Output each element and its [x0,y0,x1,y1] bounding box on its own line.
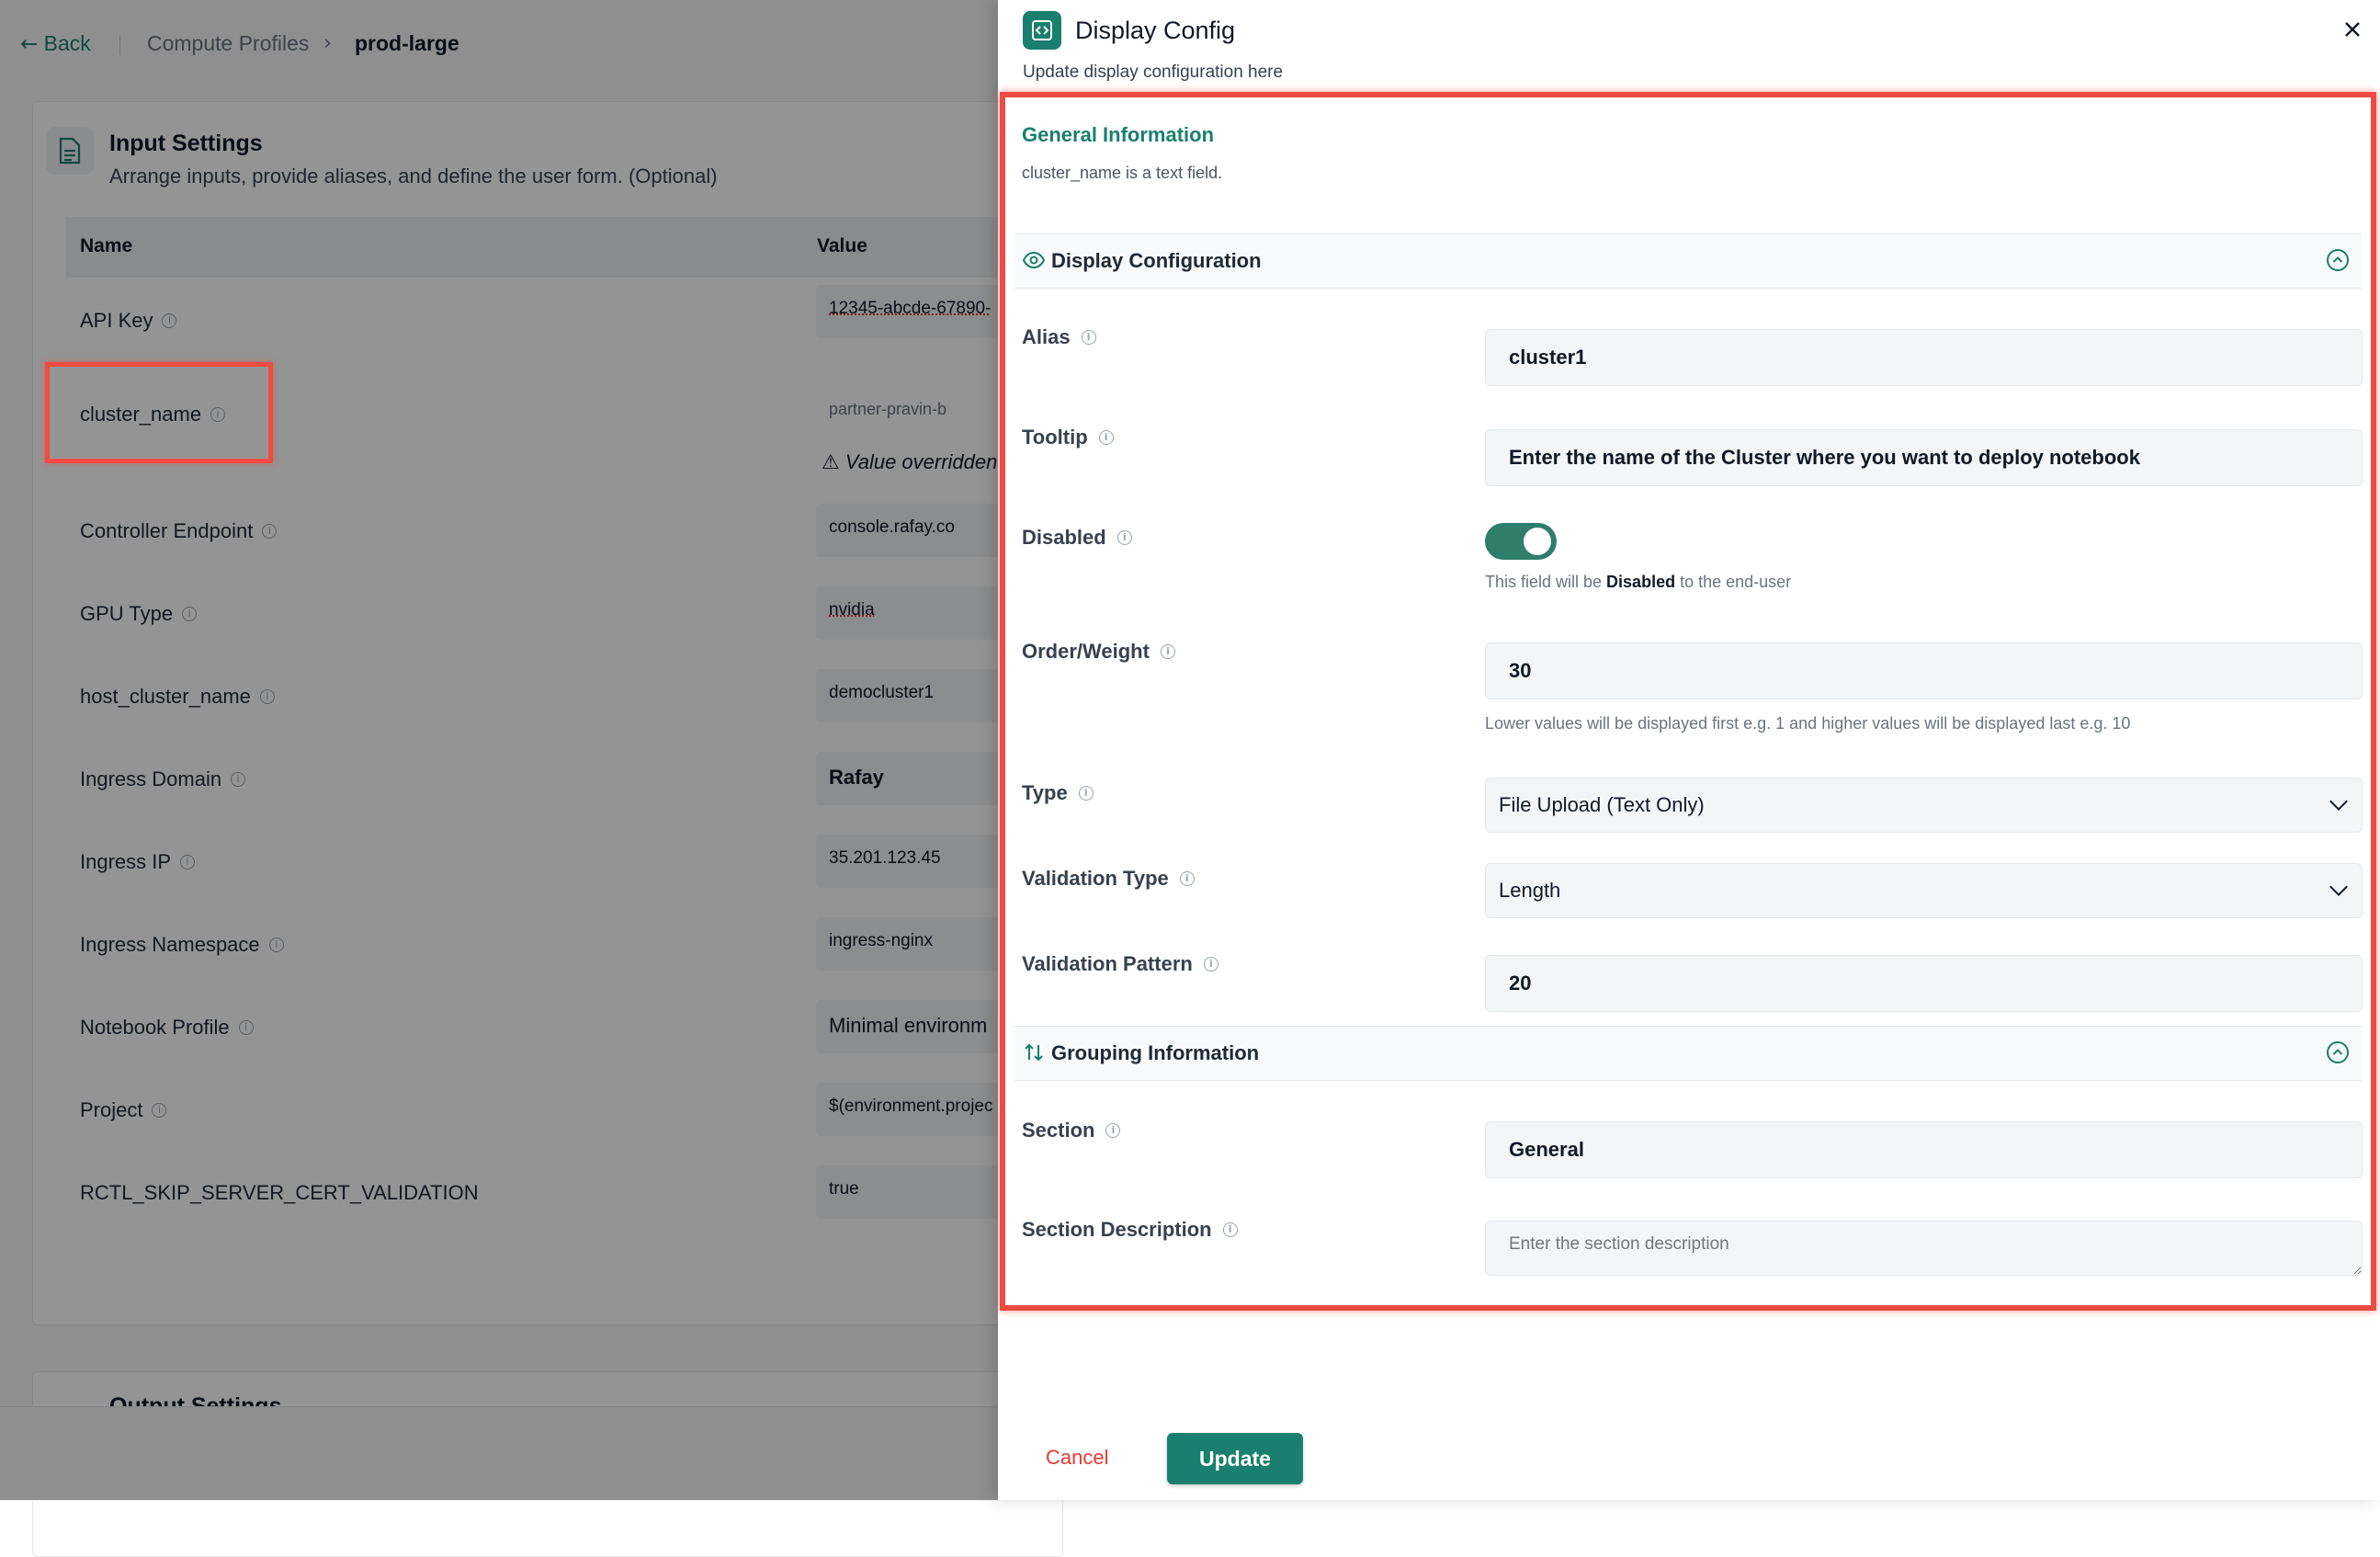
code-icon [1023,11,1061,50]
highlight-box-display-config [1000,92,2376,1311]
drawer-title: Display Config [1075,17,1236,44]
highlight-box-cluster-name [45,362,273,463]
update-button-label: Update [1199,1446,1271,1471]
cancel-button[interactable]: Cancel [1046,1446,1108,1470]
drawer-subtitle: Update display configuration here [1023,63,1284,82]
close-icon[interactable] [2341,18,2363,40]
update-button[interactable]: Update [1167,1433,1303,1484]
modal-backdrop[interactable] [0,0,998,1500]
